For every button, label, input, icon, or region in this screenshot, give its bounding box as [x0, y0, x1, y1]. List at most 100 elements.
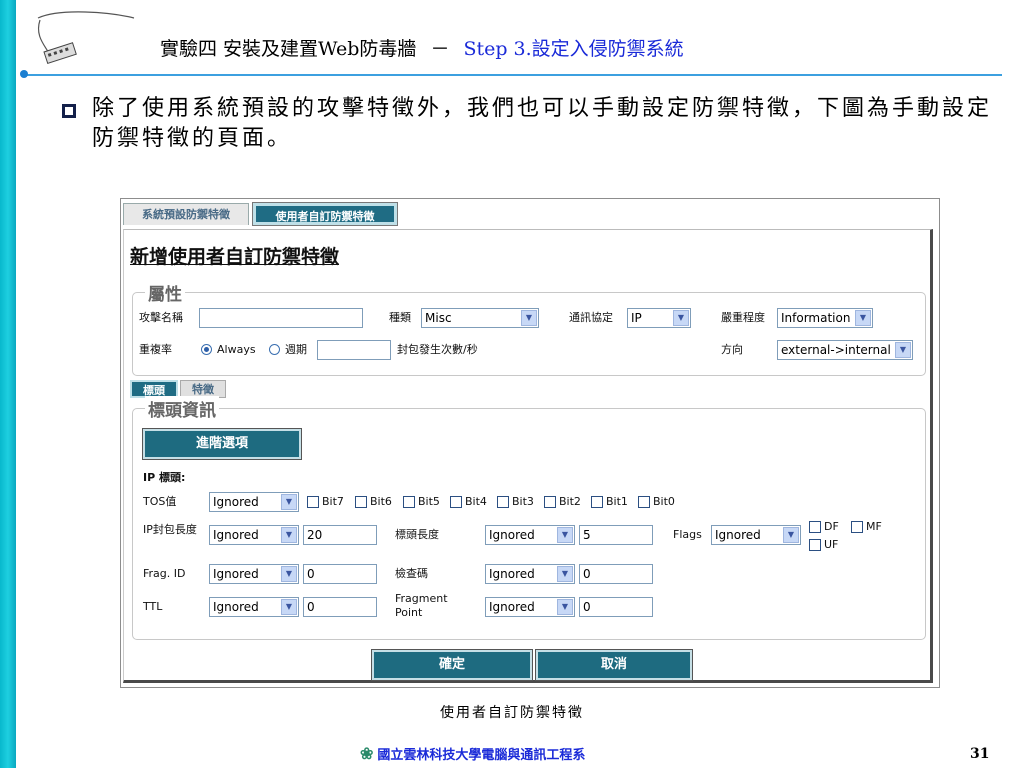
bit1-checkbox[interactable] [591, 496, 603, 508]
checksum-op-value: Ignored [489, 567, 535, 581]
flower-logo-icon: ❀ [360, 744, 374, 763]
bit1-label: Bit1 [606, 495, 628, 508]
attributes-fieldset: 屬性 攻擊名稱 種類 Misc ▼ 通訊協定 IP ▼ 嚴重程度 Informati… [132, 280, 926, 376]
attack-name-label: 攻擊名稱 [139, 311, 183, 324]
header-length-input[interactable]: 5 [579, 525, 653, 545]
slide-title-dash: － [430, 38, 450, 60]
bit3-checkbox[interactable] [497, 496, 509, 508]
tab-user-signatures[interactable]: 使用者自訂防禦特徵 [252, 202, 398, 226]
mf-checkbox[interactable] [851, 521, 863, 533]
advanced-options-button[interactable]: 進階選項 [142, 428, 302, 460]
chevron-down-icon: ▼ [673, 310, 689, 326]
header-length-label: 標頭長度 [395, 528, 439, 541]
bit7-label: Bit7 [322, 495, 344, 508]
ttl-op-select[interactable]: Ignored ▼ [209, 597, 299, 617]
fragment-point-input[interactable]: 0 [579, 597, 653, 617]
footer: ❀ 國立雲林科技大學電腦與通訊工程系 [360, 744, 585, 763]
flags-op-select[interactable]: Ignored ▼ [711, 525, 801, 545]
checksum-op-select[interactable]: Ignored ▼ [485, 564, 575, 584]
fragment-point-op-select[interactable]: Ignored ▼ [485, 597, 575, 617]
ip-length-input[interactable]: 20 [303, 525, 377, 545]
severity-select[interactable]: Information ▼ [777, 308, 873, 328]
frag-id-input[interactable]: 0 [303, 564, 377, 584]
tos-label: TOS值 [143, 495, 177, 508]
checksum-label: 檢查碼 [395, 567, 428, 580]
slide-left-accent-bar [0, 0, 16, 768]
chevron-down-icon: ▼ [557, 566, 573, 582]
flags-op-value: Ignored [715, 528, 761, 542]
ttl-input[interactable]: 0 [303, 597, 377, 617]
attack-name-input[interactable] [199, 308, 363, 328]
chevron-down-icon: ▼ [855, 310, 871, 326]
ip-header-label: IP 標頭: [143, 471, 186, 484]
repeat-rate-label: 重複率 [139, 343, 172, 356]
chevron-down-icon: ▼ [521, 310, 537, 326]
bit0-checkbox[interactable] [638, 496, 650, 508]
chevron-down-icon: ▼ [895, 342, 911, 358]
checksum-input[interactable]: 0 [579, 564, 653, 584]
bit6-checkbox[interactable] [355, 496, 367, 508]
period-input[interactable] [317, 340, 391, 360]
ip-length-op-select[interactable]: Ignored ▼ [209, 525, 299, 545]
network-device-icon [37, 11, 135, 65]
figure-caption: 使用者自訂防禦特徵 [440, 705, 584, 721]
protocol-label: 通訊協定 [569, 311, 613, 324]
category-label: 種類 [389, 311, 411, 324]
page-number: 31 [970, 746, 990, 762]
category-select[interactable]: Misc ▼ [421, 308, 539, 328]
frag-id-op-value: Ignored [213, 567, 259, 581]
signature-form: 新增使用者自訂防禦特徵 屬性 攻擊名稱 種類 Misc ▼ 通訊協定 IP ▼ 嚴重… [123, 229, 933, 683]
ip-length-op-value: Ignored [213, 528, 259, 542]
cancel-button[interactable]: 取消 [535, 649, 693, 681]
ip-length-label: IP封包長度 [143, 523, 197, 536]
flags-label: Flags [673, 528, 702, 541]
chevron-down-icon: ▼ [281, 494, 297, 510]
footer-text: 國立雲林科技大學電腦與通訊工程系 [377, 748, 586, 763]
frag-id-label: Frag. ID [143, 567, 186, 580]
period-label: 週期 [285, 343, 307, 356]
form-title: 新增使用者自訂防禦特徵 [130, 246, 340, 268]
severity-label: 嚴重程度 [721, 311, 765, 324]
frag-id-op-select[interactable]: Ignored ▼ [209, 564, 299, 584]
slide-title: 實驗四 安裝及建置Web防毒牆 － Step 3.設定入侵防禦系統 [160, 34, 684, 61]
header-info-fieldset: 標頭資訊 進階選項 IP 標頭: TOS值 Ignored ▼ Bit7 Bit6… [132, 396, 926, 640]
chevron-down-icon: ▼ [281, 566, 297, 582]
tab-system-signatures[interactable]: 系統預設防禦特徵 [123, 203, 249, 225]
bit7-checkbox[interactable] [307, 496, 319, 508]
tos-select[interactable]: Ignored ▼ [209, 492, 299, 512]
chevron-down-icon: ▼ [281, 527, 297, 543]
bit5-checkbox[interactable] [403, 496, 415, 508]
always-label: Always [217, 343, 256, 356]
df-label: DF [824, 520, 839, 533]
period-radio[interactable] [269, 344, 280, 355]
bit4-checkbox[interactable] [450, 496, 462, 508]
bit2-label: Bit2 [559, 495, 581, 508]
chevron-down-icon: ▼ [557, 527, 573, 543]
direction-label: 方向 [721, 343, 743, 356]
fragment-point-label: Fragment Point [395, 592, 448, 619]
always-radio[interactable] [201, 344, 212, 355]
chevron-down-icon: ▼ [783, 527, 799, 543]
header-length-op-select[interactable]: Ignored ▼ [485, 525, 575, 545]
bit4-label: Bit4 [465, 495, 487, 508]
slide-title-main: 實驗四 安裝及建置Web防毒牆 [160, 38, 417, 60]
title-underline-dot [20, 70, 28, 78]
header-length-op-value: Ignored [489, 528, 535, 542]
uf-checkbox[interactable] [809, 539, 821, 551]
slide-title-step: Step 3.設定入侵防禦系統 [463, 38, 684, 60]
direction-select[interactable]: external->internal ▼ [777, 340, 913, 360]
bullet-text: 除了使用系統預設的攻擊特徵外，我們也可以手動設定防禦特徵，下圖為手動設定防禦特徵… [92, 96, 993, 151]
packets-per-second-label: 封包發生次數/秒 [397, 343, 478, 356]
fragment-point-op-value: Ignored [489, 600, 535, 614]
bit6-label: Bit6 [370, 495, 392, 508]
ttl-label: TTL [143, 600, 163, 613]
chevron-down-icon: ▼ [557, 599, 573, 615]
protocol-select[interactable]: IP ▼ [627, 308, 691, 328]
df-checkbox[interactable] [809, 521, 821, 533]
bit3-label: Bit3 [512, 495, 534, 508]
bit2-checkbox[interactable] [544, 496, 556, 508]
bit0-label: Bit0 [653, 495, 675, 508]
confirm-button[interactable]: 確定 [371, 649, 533, 681]
protocol-value: IP [631, 311, 642, 325]
bit5-label: Bit5 [418, 495, 440, 508]
